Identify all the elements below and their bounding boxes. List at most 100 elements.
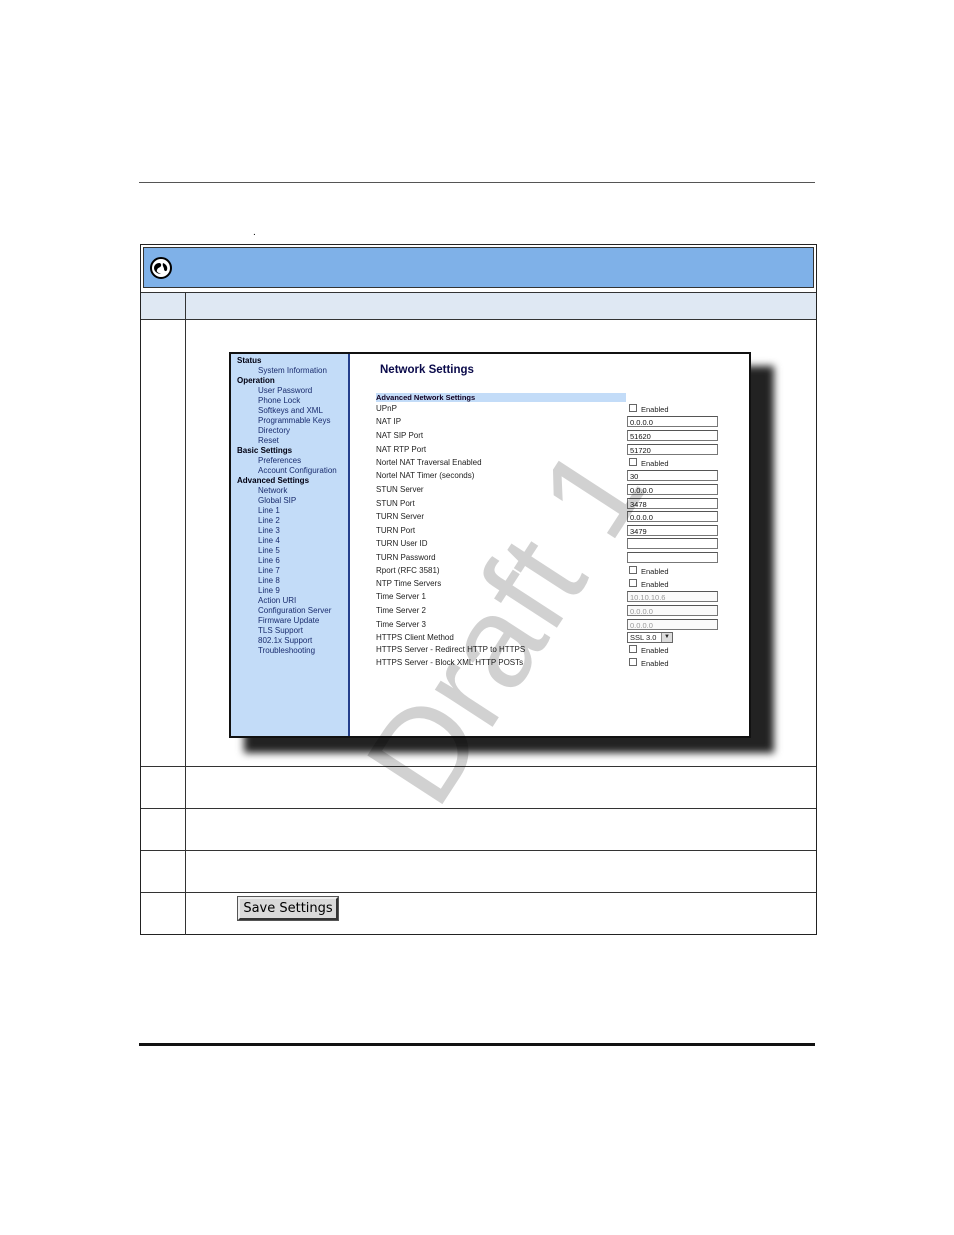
page-title: Network Settings <box>380 364 474 376</box>
checkbox-label: Enabled <box>641 659 669 668</box>
settings-row: STUN Port 3478 <box>376 498 748 511</box>
table-header-bar <box>143 247 814 288</box>
setting-label: HTTPS Server - Redirect HTTP to HTTPS <box>376 645 526 654</box>
section-heading: Advanced Network Settings <box>376 393 626 402</box>
sidebar-nav-link[interactable]: Line 7 <box>231 566 348 576</box>
settings-row: TURN Password <box>376 552 748 565</box>
save-settings-button[interactable]: Save Settings <box>237 896 339 921</box>
text-input[interactable] <box>627 538 718 549</box>
setting-label: NTP Time Servers <box>376 579 442 588</box>
sidebar-nav-link[interactable]: Phone Lock <box>231 396 348 406</box>
sidebar-nav-link[interactable]: Line 6 <box>231 556 348 566</box>
enabled-checkbox[interactable] <box>629 645 637 653</box>
text-input: 0.0.0.0 <box>627 605 718 616</box>
sidebar-nav-link[interactable]: User Password <box>231 386 348 396</box>
settings-row: NAT IP 0.0.0.0 <box>376 416 748 429</box>
settings-row: NAT SIP Port 51620 <box>376 430 748 443</box>
settings-row: Nortel NAT Traversal Enabled Enabled <box>376 457 748 470</box>
sidebar-nav-link[interactable]: Network <box>231 486 348 496</box>
setting-label: Nortel NAT Traversal Enabled <box>376 458 482 467</box>
sidebar-nav-link[interactable]: Line 9 <box>231 586 348 596</box>
text-input[interactable]: 51720 <box>627 444 718 455</box>
settings-row: Time Server 1 10.10.10.6 <box>376 591 748 604</box>
setting-label: NAT IP <box>376 417 402 426</box>
enabled-checkbox[interactable] <box>629 458 637 466</box>
settings-row: Rport (RFC 3581) Enabled <box>376 565 748 578</box>
sidebar-nav-link[interactable]: System Information <box>231 366 348 376</box>
text-input[interactable]: 0.0.0.0 <box>627 484 718 495</box>
setting-label: NAT SIP Port <box>376 431 424 440</box>
settings-row: NAT RTP Port 51720 <box>376 444 748 457</box>
text-input[interactable]: 3478 <box>627 498 718 509</box>
stray-dot: . <box>253 227 256 238</box>
step-column-divider <box>185 292 186 935</box>
sidebar-section-heading: Status <box>237 356 262 365</box>
footer-rule <box>139 1043 815 1046</box>
setting-label: NAT RTP Port <box>376 445 427 454</box>
checkbox-label: Enabled <box>641 646 669 655</box>
setting-label: Time Server 1 <box>376 592 426 601</box>
sidebar-section-heading: Operation <box>237 376 275 385</box>
web-ui-screenshot: Status System Information Operation User Pa… <box>229 352 751 738</box>
sidebar-nav-link[interactable]: 802.1x Support <box>231 636 348 646</box>
sidebar-nav-link[interactable]: Line 2 <box>231 516 348 526</box>
sidebar-nav-link[interactable]: Programmable Keys <box>231 416 348 426</box>
text-input[interactable]: 51620 <box>627 430 718 441</box>
row-divider <box>141 808 816 809</box>
text-input[interactable]: 30 <box>627 470 718 481</box>
enabled-checkbox[interactable] <box>629 404 637 412</box>
setting-label: Time Server 2 <box>376 606 426 615</box>
setting-label: TURN Server <box>376 512 425 521</box>
enabled-checkbox[interactable] <box>629 566 637 574</box>
network-settings-panel: Network Settings Advanced Network Settin… <box>350 354 749 736</box>
sidebar-nav-link[interactable]: Line 3 <box>231 526 348 536</box>
setting-label: TURN Port <box>376 526 416 535</box>
sidebar-nav-link[interactable]: Reset <box>231 436 348 446</box>
row-divider <box>141 892 816 893</box>
sidebar-nav-link[interactable]: Line 4 <box>231 536 348 546</box>
sidebar-nav-link[interactable]: Directory <box>231 426 348 436</box>
sidebar-nav-link[interactable]: Line 8 <box>231 576 348 586</box>
https-method-select[interactable]: SSL 3.0 ▼ <box>627 632 673 643</box>
sidebar-nav-link[interactable]: Global SIP <box>231 496 348 506</box>
settings-row: TURN User ID <box>376 538 748 551</box>
setting-label: TURN User ID <box>376 539 428 548</box>
settings-row: Nortel NAT Timer (seconds) 30 <box>376 470 748 483</box>
sidebar-nav: Status System Information Operation User Pa… <box>231 354 350 736</box>
checkbox-label: Enabled <box>641 567 669 576</box>
sidebar-nav-link[interactable]: Account Configuration <box>231 466 348 476</box>
text-input: 10.10.10.6 <box>627 591 718 602</box>
settings-row: UPnP Enabled <box>376 403 748 416</box>
checkbox-label: Enabled <box>641 580 669 589</box>
sidebar-nav-link[interactable]: Line 5 <box>231 546 348 556</box>
setting-label: STUN Server <box>376 485 424 494</box>
sidebar-section-heading: Advanced Settings <box>237 476 310 485</box>
settings-row: TURN Port 3479 <box>376 525 748 538</box>
sidebar-nav-link[interactable]: Preferences <box>231 456 348 466</box>
enabled-checkbox[interactable] <box>629 658 637 666</box>
chevron-down-icon[interactable]: ▼ <box>661 633 672 642</box>
checkbox-label: Enabled <box>641 405 669 414</box>
row-divider <box>141 850 816 851</box>
setting-label: HTTPS Client Method <box>376 633 454 642</box>
sidebar-nav-link[interactable]: Softkeys and XML <box>231 406 348 416</box>
sidebar-nav-link[interactable]: Action URI <box>231 596 348 606</box>
sidebar-section-heading: Basic Settings <box>237 446 293 455</box>
settings-row: STUN Server 0.0.0.0 <box>376 484 748 497</box>
text-input[interactable] <box>627 552 718 563</box>
globe-icon <box>150 257 172 279</box>
text-input: 0.0.0.0 <box>627 619 718 630</box>
sidebar-nav-link[interactable]: Configuration Server <box>231 606 348 616</box>
sidebar-nav-link[interactable]: Line 1 <box>231 506 348 516</box>
sidebar-nav-link[interactable]: Firmware Update <box>231 616 348 626</box>
sidebar-nav-link[interactable]: Troubleshooting <box>231 646 348 656</box>
column-header-row <box>141 292 816 320</box>
text-input[interactable]: 3479 <box>627 525 718 536</box>
setting-label: Rport (RFC 3581) <box>376 566 440 575</box>
setting-label: HTTPS Server - Block XML HTTP POSTs <box>376 658 524 667</box>
text-input[interactable]: 0.0.0.0 <box>627 511 718 522</box>
checkbox-label: Enabled <box>641 459 669 468</box>
enabled-checkbox[interactable] <box>629 579 637 587</box>
text-input[interactable]: 0.0.0.0 <box>627 416 718 427</box>
sidebar-nav-link[interactable]: TLS Support <box>231 626 348 636</box>
